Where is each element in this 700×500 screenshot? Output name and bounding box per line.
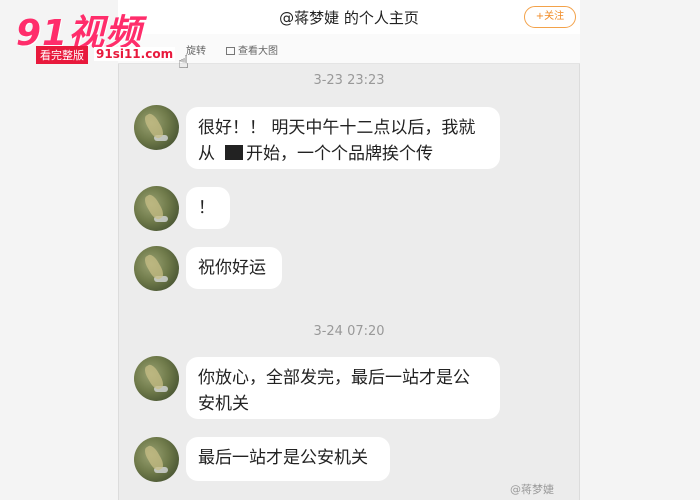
avatar[interactable] [134, 356, 179, 401]
rotate-button[interactable]: 旋转 [186, 42, 206, 57]
avatar[interactable] [134, 437, 179, 482]
message-bubble: 最后一站才是公安机关 [186, 437, 390, 481]
message-text: 开始，一个个品牌挨个传 [246, 144, 433, 164]
message-bubble: ！ [186, 187, 230, 229]
view-large-label: 查看大图 [238, 46, 278, 57]
follow-button[interactable]: +关注 [524, 6, 576, 28]
avatar[interactable] [134, 246, 179, 291]
message-timestamp: 3-24 07:20 [313, 324, 385, 339]
avatar[interactable] [134, 186, 179, 231]
message-text: 从 [198, 144, 215, 164]
weibo-watermark: @蒋梦婕 [510, 483, 554, 496]
message-timestamp: 3-23 23:23 [313, 73, 385, 88]
avatar[interactable] [134, 105, 179, 150]
view-large-button[interactable]: 查看大图 [226, 42, 278, 57]
cursor-icon: ☝ [178, 52, 189, 73]
profile-header: @蒋梦婕 的个人主页 [118, 0, 580, 34]
message-bubble: 祝你好运 [186, 247, 282, 289]
message-text: ！ [198, 198, 215, 218]
message-bubble: 很好！！ 明天中午十二点以后，我就 从 开始，一个个品牌挨个传 [186, 107, 500, 169]
message-text: 很好！！ 明天中午十二点以后，我就 [198, 118, 476, 138]
message-text: 你放心，全部发完，最后一站才是公 [198, 368, 470, 388]
site-watermark-url: 91si11.com [94, 47, 176, 61]
redaction-block [225, 145, 243, 160]
message-text: 最后一站才是公安机关 [198, 448, 368, 468]
message-text: 安机关 [198, 394, 249, 414]
page-title: @蒋梦婕 的个人主页 [279, 9, 419, 27]
site-watermark-tag: 看完整版 [36, 46, 88, 64]
message-bubble: 你放心，全部发完，最后一站才是公 安机关 [186, 357, 500, 419]
eye-icon [226, 47, 235, 55]
message-text: 祝你好运 [198, 258, 266, 278]
